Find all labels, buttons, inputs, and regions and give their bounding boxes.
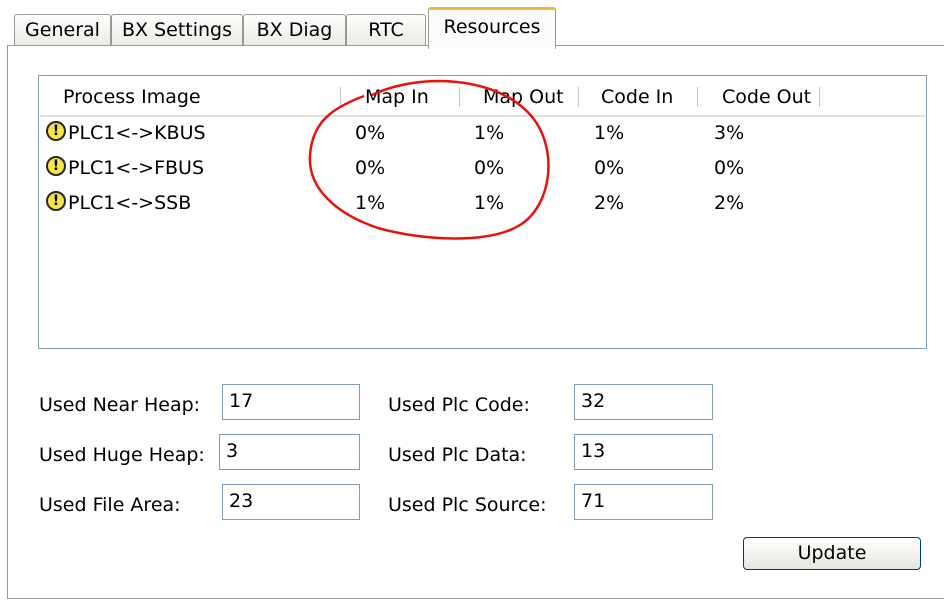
code-out-value: 0% — [714, 157, 745, 179]
tab-resources[interactable]: Resources — [428, 7, 556, 49]
warning-icon: ! — [46, 156, 66, 176]
used-plc-data-label: Used Plc Data: — [388, 444, 527, 466]
process-image-list[interactable]: Process Image Map In Map Out Code In Cod… — [38, 75, 927, 349]
used-plc-code-field[interactable]: 32 — [574, 384, 713, 420]
tab-bx-settings[interactable]: BX Settings — [111, 14, 243, 46]
warning-icon: ! — [46, 121, 66, 141]
map-out-value: 1% — [474, 192, 505, 214]
update-button[interactable]: Update — [743, 537, 921, 570]
used-near-heap-field[interactable]: 17 — [222, 384, 360, 420]
column-header-code-in[interactable]: Code In — [601, 77, 673, 115]
map-in-value: 0% — [355, 157, 386, 179]
map-out-value: 1% — [474, 122, 505, 144]
code-out-value: 2% — [714, 192, 745, 214]
used-plc-code-label: Used Plc Code: — [388, 394, 530, 416]
used-huge-heap-field[interactable]: 3 — [219, 434, 360, 470]
used-plc-data-field[interactable]: 13 — [574, 434, 713, 470]
column-separator[interactable] — [697, 87, 698, 107]
used-plc-source-label: Used Plc Source: — [388, 494, 547, 516]
list-header: Process Image Map In Map Out Code In Cod… — [40, 77, 925, 117]
tab-general[interactable]: General — [14, 14, 111, 46]
tab-bx-diag[interactable]: BX Diag — [243, 14, 346, 46]
column-separator[interactable] — [819, 87, 820, 107]
used-huge-heap-label: Used Huge Heap: — [39, 444, 205, 466]
used-near-heap-label: Used Near Heap: — [39, 394, 201, 416]
column-separator[interactable] — [578, 87, 579, 107]
column-header-map-in[interactable]: Map In — [365, 77, 429, 115]
map-in-value: 0% — [355, 122, 386, 144]
process-image-name: PLC1<->KBUS — [68, 122, 206, 144]
code-in-value: 2% — [594, 192, 625, 214]
list-item[interactable]: ! PLC1<->FBUS 0% 0% 0% 0% — [39, 151, 926, 185]
tab-rtc[interactable]: RTC — [346, 14, 426, 46]
column-header-map-out[interactable]: Map Out — [483, 77, 564, 115]
list-item[interactable]: ! PLC1<->SSB 1% 1% 2% 2% — [39, 186, 926, 220]
column-separator[interactable] — [340, 87, 341, 107]
used-file-area-field[interactable]: 23 — [222, 484, 360, 520]
tab-strip: General BX Settings BX Diag RTC Resource… — [14, 5, 944, 49]
process-image-name: PLC1<->FBUS — [68, 157, 205, 179]
column-separator[interactable] — [459, 87, 460, 107]
code-in-value: 0% — [594, 157, 625, 179]
column-header-process-image[interactable]: Process Image — [63, 77, 201, 115]
process-image-name: PLC1<->SSB — [68, 192, 192, 214]
code-in-value: 1% — [594, 122, 625, 144]
column-header-code-out[interactable]: Code Out — [722, 77, 811, 115]
warning-icon: ! — [46, 191, 66, 211]
used-file-area-label: Used File Area: — [39, 494, 181, 516]
code-out-value: 3% — [714, 122, 745, 144]
list-item[interactable]: ! PLC1<->KBUS 0% 1% 1% 3% — [39, 116, 926, 150]
map-in-value: 1% — [355, 192, 386, 214]
map-out-value: 0% — [474, 157, 505, 179]
used-plc-source-field[interactable]: 71 — [574, 484, 713, 520]
